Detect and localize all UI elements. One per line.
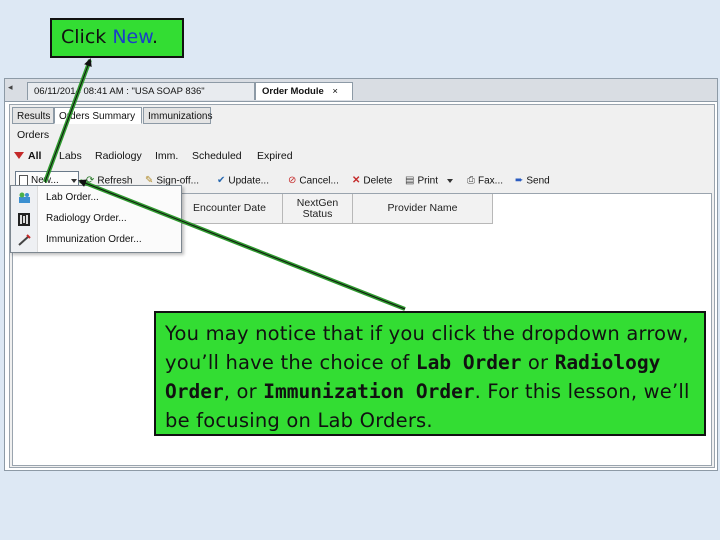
arrow-head-dropdown	[78, 179, 406, 310]
callout-arrows	[43, 58, 406, 311]
arrow-head-top	[44, 58, 92, 183]
